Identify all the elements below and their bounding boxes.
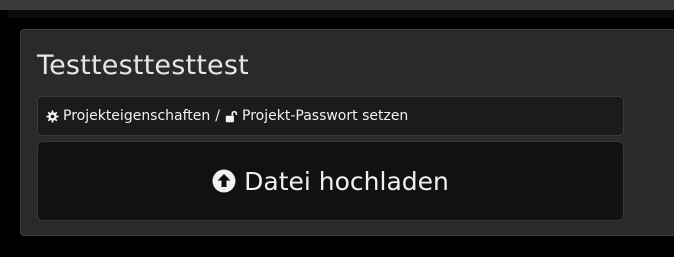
gear-icon: [46, 109, 59, 123]
header-band: [8, 10, 674, 18]
upload-circle-icon: [212, 169, 236, 193]
project-title: Testtesttesttest: [37, 50, 249, 81]
breadcrumb-item-project-properties[interactable]: Projekteigenschaften: [63, 108, 210, 124]
unlock-icon: [225, 110, 238, 123]
breadcrumb-item-set-password[interactable]: Projekt-Passwort setzen: [242, 108, 408, 124]
breadcrumb-separator: /: [215, 108, 221, 124]
top-bar: [0, 0, 674, 10]
upload-file-button[interactable]: Datei hochladen: [37, 141, 624, 221]
upload-button-label: Datei hochladen: [244, 166, 449, 196]
project-panel: Testtesttesttest Projekteigenschaften /: [20, 29, 674, 236]
breadcrumb: Projekteigenschaften / Projekt-Passwort …: [37, 96, 624, 136]
